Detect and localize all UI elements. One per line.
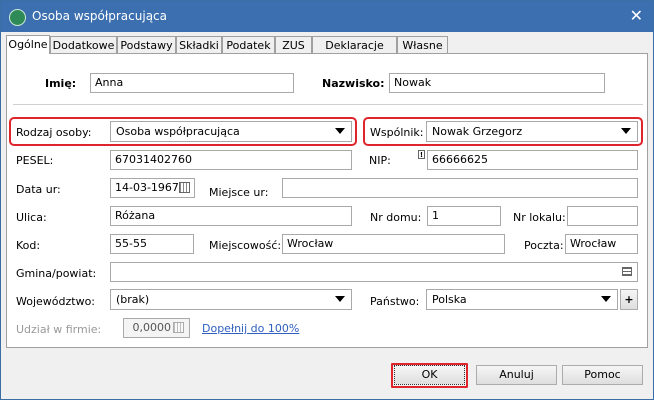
nazwisko-field[interactable]: Nowak [389, 73, 605, 93]
nr-lokalu-label: Nr lokalu: [513, 211, 566, 224]
pesel-field[interactable]: 67031402760 [110, 150, 352, 170]
tab-wlasne[interactable]: Własne [397, 36, 448, 53]
nip-field[interactable]: 66666625 [427, 150, 638, 170]
title-bar: Osoba współpracująca ✕ [1, 1, 653, 32]
poczta-label: Poczta: [524, 239, 564, 252]
udzial-value: 0,0000 [132, 321, 172, 334]
nr-domu-field[interactable]: 1 [427, 206, 501, 226]
chevron-down-icon [621, 128, 631, 134]
imie-label: Imię: [45, 77, 77, 90]
poczta-field[interactable]: Wrocław [565, 234, 638, 254]
kod-label: Kod: [16, 239, 41, 252]
nr-domu-label: Nr domu: [370, 211, 422, 224]
ulica-label: Ulica: [16, 211, 47, 224]
imie-field[interactable]: Anna [90, 73, 294, 93]
data-ur-label: Data ur: [16, 183, 61, 196]
tab-panel-ogolne: Imię: Anna Nazwisko: Nowak Rodzaj osoby:… [6, 53, 648, 348]
tab-skladki[interactable]: Składki [176, 36, 222, 53]
separator [13, 104, 643, 105]
dialog-window: Osoba współpracująca ✕ Ogólne Dodatkowe … [0, 0, 654, 400]
pesel-label: PESEL: [16, 154, 54, 167]
add-country-button[interactable]: + [620, 289, 638, 310]
wojewodztwo-value: (brak) [116, 293, 150, 306]
tab-dodatkowe[interactable]: Dodatkowe [50, 36, 117, 53]
tab-ogolne[interactable]: Ogólne [6, 35, 50, 54]
anuluj-button[interactable]: Anuluj [476, 365, 557, 385]
chevron-down-icon [335, 128, 345, 134]
ok-button[interactable]: OK [394, 365, 465, 385]
gmina-powiat-field[interactable] [110, 262, 638, 282]
wojewodztwo-select[interactable]: (brak) [110, 289, 352, 310]
tab-deklaracje-zus[interactable]: Deklaracje ZUS [312, 36, 397, 69]
ulica-field[interactable]: Różana [110, 206, 352, 226]
miejscowosc-field[interactable]: Wrocław [282, 234, 505, 254]
rodzaj-osoby-label: Rodzaj osoby: [16, 126, 92, 139]
wspolnik-select[interactable]: Nowak Grzegorz [426, 121, 638, 142]
miejsce-ur-field[interactable] [282, 178, 638, 198]
nip-label: NIP: [369, 154, 391, 167]
app-logo-icon [9, 9, 26, 26]
nazwisko-label: Nazwisko: [322, 77, 385, 90]
tab-podatek[interactable]: Podatek [222, 36, 275, 53]
chevron-down-icon [601, 296, 611, 302]
panstwo-value: Polska [432, 293, 467, 306]
chevron-down-icon [335, 296, 345, 302]
calendar-icon[interactable] [179, 182, 190, 193]
wojewodztwo-label: Województwo: [16, 295, 96, 308]
tab-podstawy[interactable]: Podstawy [117, 36, 176, 53]
wspolnik-label: Wspólnik: [370, 126, 424, 139]
window-title: Osoba współpracująca [32, 9, 168, 23]
rodzaj-osoby-select[interactable]: Osoba współpracująca [110, 121, 352, 142]
data-ur-value: 14-03-1967 [115, 181, 179, 194]
tab-zus[interactable]: ZUS [275, 36, 312, 53]
rodzaj-osoby-value: Osoba współpracująca [116, 125, 240, 138]
pomoc-button[interactable]: Pomoc [562, 365, 643, 385]
miejscowosc-label: Miejscowość: [209, 239, 282, 252]
panstwo-label: Państwo: [370, 295, 420, 308]
kod-field[interactable]: 55-55 [110, 234, 194, 254]
list-icon[interactable] [622, 267, 632, 276]
gmina-powiat-label: Gmina/powiat: [16, 267, 97, 280]
close-icon[interactable]: ✕ [630, 6, 643, 25]
miejsce-ur-label: Miejsce ur: [209, 186, 269, 199]
dopelnij-link[interactable]: Dopełnij do 100% [202, 322, 299, 335]
udzial-label: Udział w firmie: [16, 323, 102, 336]
warning-icon[interactable]: ! [418, 150, 425, 159]
panstwo-select[interactable]: Polska [426, 289, 618, 310]
nr-lokalu-field[interactable] [567, 206, 638, 226]
calculator-icon [173, 322, 184, 333]
wspolnik-value: Nowak Grzegorz [432, 125, 523, 138]
